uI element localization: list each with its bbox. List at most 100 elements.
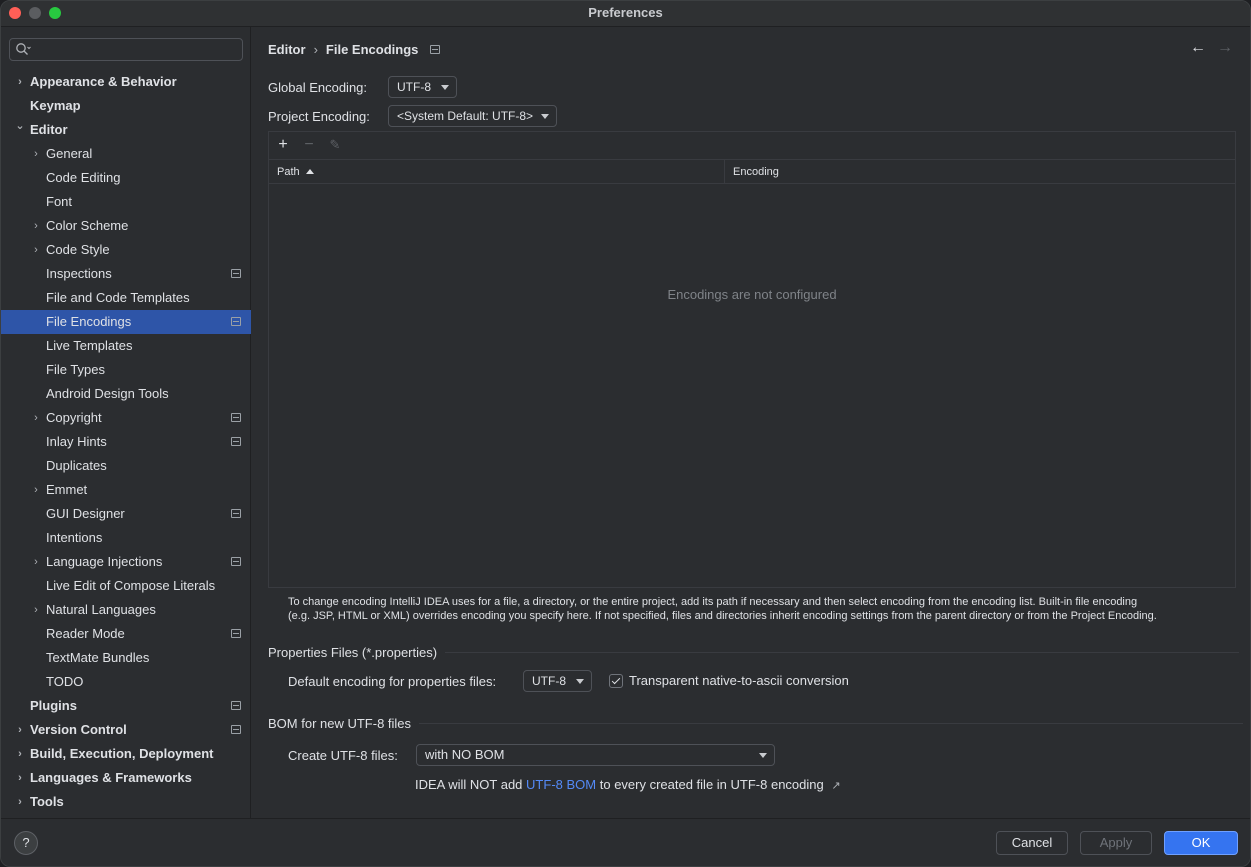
create-utf8-value: with NO BOM	[425, 747, 505, 762]
sidebar-item-reader-mode[interactable]: Reader Mode	[1, 622, 251, 646]
sidebar-item-language-injections[interactable]: › Language Injections	[1, 550, 251, 574]
chevron-right-icon[interactable]: ›	[30, 214, 42, 238]
project-level-icon	[231, 629, 241, 638]
global-encoding-value: UTF-8	[397, 80, 431, 94]
encodings-table: + − ✎ Path Encoding Encodings are not co…	[268, 131, 1236, 588]
create-utf8-select[interactable]: with NO BOM	[416, 744, 775, 766]
project-encoding-select[interactable]: <System Default: UTF-8>	[388, 105, 557, 127]
sidebar-item-code-editing[interactable]: Code Editing	[1, 166, 251, 190]
sidebar-item-label: Code Editing	[46, 170, 121, 185]
global-encoding-select[interactable]: UTF-8	[388, 76, 457, 98]
forward-arrow-icon[interactable]: →	[1217, 39, 1233, 57]
sidebar-item-inlay-hints[interactable]: Inlay Hints	[1, 430, 251, 454]
path-column-header[interactable]: Path	[269, 160, 725, 184]
sidebar-item-label: General	[46, 146, 93, 161]
bom-section-header: BOM for new UTF-8 files	[268, 716, 1244, 731]
utf8-bom-link[interactable]: UTF-8 BOM	[526, 777, 596, 792]
sidebar-item-android-design-tools[interactable]: Android Design Tools	[1, 382, 251, 406]
sidebar-item-emmet[interactable]: › Emmet	[1, 478, 251, 502]
project-level-icon	[231, 557, 241, 566]
back-arrow-icon[interactable]: ←	[1190, 39, 1206, 57]
transparent-conversion-label[interactable]: Transparent native-to-ascii conversion	[629, 673, 849, 688]
project-level-icon	[231, 269, 241, 278]
sidebar-item-keymap[interactable]: Keymap	[1, 94, 251, 118]
chevron-right-icon[interactable]: ›	[14, 718, 26, 742]
sidebar-item-todo[interactable]: TODO	[1, 670, 251, 694]
breadcrumb-editor[interactable]: Editor	[268, 42, 306, 57]
add-path-button[interactable]: +	[273, 135, 293, 155]
settings-search-input[interactable]	[9, 38, 243, 61]
create-utf8-label: Create UTF-8 files:	[288, 748, 398, 763]
apply-button[interactable]: Apply	[1080, 831, 1152, 855]
sidebar-item-natural-languages[interactable]: › Natural Languages	[1, 598, 251, 622]
project-level-icon	[231, 701, 241, 710]
sidebar-item-label: Android Design Tools	[46, 386, 169, 401]
sidebar-item-label: Live Edit of Compose Literals	[46, 578, 216, 593]
chevron-right-icon[interactable]: ›	[30, 598, 42, 622]
sidebar-item-label: Appearance & Behavior	[30, 74, 177, 89]
chevron-right-icon[interactable]: ›	[14, 70, 26, 94]
sidebar-item-appearance-behavior[interactable]: › Appearance & Behavior	[1, 70, 251, 94]
chevron-right-icon[interactable]: ›	[30, 238, 42, 262]
section-divider	[445, 652, 1240, 653]
chevron-right-icon[interactable]: ›	[30, 406, 42, 430]
properties-encoding-select[interactable]: UTF-8	[523, 670, 592, 692]
sidebar-item-label: Languages & Frameworks	[30, 770, 192, 785]
ok-button[interactable]: OK	[1164, 831, 1238, 855]
sidebar-item-font[interactable]: Font	[1, 190, 251, 214]
sidebar-item-gui-designer[interactable]: GUI Designer	[1, 502, 251, 526]
properties-section-title: Properties Files (*.properties)	[268, 645, 438, 660]
sidebar-item-general[interactable]: › General	[1, 142, 251, 166]
sidebar-item-file-types[interactable]: File Types	[1, 358, 251, 382]
breadcrumb-current: File Encodings	[325, 42, 419, 57]
edit-path-button[interactable]: ✎	[325, 135, 345, 155]
sidebar-item-version-control[interactable]: › Version Control	[1, 718, 251, 742]
global-encoding-label: Global Encoding:	[268, 80, 368, 95]
remove-path-button[interactable]: −	[299, 135, 319, 155]
chevron-right-icon[interactable]: ›	[14, 742, 26, 766]
project-encoding-label: Project Encoding:	[268, 109, 370, 124]
table-toolbar: + − ✎	[269, 132, 1235, 158]
sidebar-item-label: Inlay Hints	[46, 434, 107, 449]
title-bar: Preferences	[1, 1, 1250, 27]
sidebar-item-label: Emmet	[46, 482, 88, 497]
sidebar-item-languages-frameworks[interactable]: › Languages & Frameworks	[1, 766, 251, 790]
chevron-right-icon[interactable]: ›	[30, 142, 42, 166]
sidebar-item-label: Language Injections	[46, 554, 163, 569]
chevron-right-icon[interactable]: ›	[14, 766, 26, 790]
chevron-right-icon[interactable]: ›	[30, 550, 42, 574]
sidebar-item-editor[interactable]: ⌄ Editor	[1, 118, 251, 142]
sidebar-item-live-edit-of-compose-literals[interactable]: Live Edit of Compose Literals	[1, 574, 251, 598]
sidebar-item-live-templates[interactable]: Live Templates	[1, 334, 251, 358]
project-level-icon	[231, 317, 241, 326]
settings-sidebar: › Appearance & Behavior Keymap ⌄ Editor › Gene…	[1, 27, 251, 818]
sidebar-item-duplicates[interactable]: Duplicates	[1, 454, 251, 478]
chevron-down-icon[interactable]: ⌄	[14, 114, 26, 138]
sidebar-item-intentions[interactable]: Intentions	[1, 526, 251, 550]
external-link-icon[interactable]: ↗	[831, 780, 840, 792]
sidebar-item-copyright[interactable]: › Copyright	[1, 406, 251, 430]
help-button[interactable]: ?	[14, 831, 38, 855]
cancel-button[interactable]: Cancel	[996, 831, 1068, 855]
sidebar-item-inspections[interactable]: Inspections	[1, 262, 251, 286]
sidebar-item-tools[interactable]: › Tools	[1, 790, 251, 814]
sidebar-item-color-scheme[interactable]: › Color Scheme	[1, 214, 251, 238]
chevron-right-icon[interactable]: ›	[14, 790, 26, 814]
sidebar-item-file-and-code-templates[interactable]: File and Code Templates	[1, 286, 251, 310]
chevron-right-icon[interactable]: ›	[30, 478, 42, 502]
sidebar-item-label: Keymap	[30, 98, 81, 113]
transparent-conversion-checkbox[interactable]	[609, 674, 623, 688]
help-line-2: (e.g. JSP, HTML or XML) overrides encodi…	[288, 610, 1157, 622]
sidebar-item-label: Live Templates	[46, 338, 133, 353]
sidebar-item-file-encodings[interactable]: File Encodings	[1, 310, 251, 334]
chevron-down-icon	[576, 679, 584, 684]
chevron-down-icon	[441, 85, 449, 90]
sidebar-item-plugins[interactable]: Plugins	[1, 694, 251, 718]
sidebar-item-build-execution-deployment[interactable]: › Build, Execution, Deployment	[1, 742, 251, 766]
section-divider	[419, 723, 1244, 724]
project-level-icon	[231, 437, 241, 446]
project-level-icon	[231, 509, 241, 518]
sidebar-item-textmate-bundles[interactable]: TextMate Bundles	[1, 646, 251, 670]
encoding-column-header[interactable]: Encoding	[725, 160, 1235, 184]
sidebar-item-code-style[interactable]: › Code Style	[1, 238, 251, 262]
